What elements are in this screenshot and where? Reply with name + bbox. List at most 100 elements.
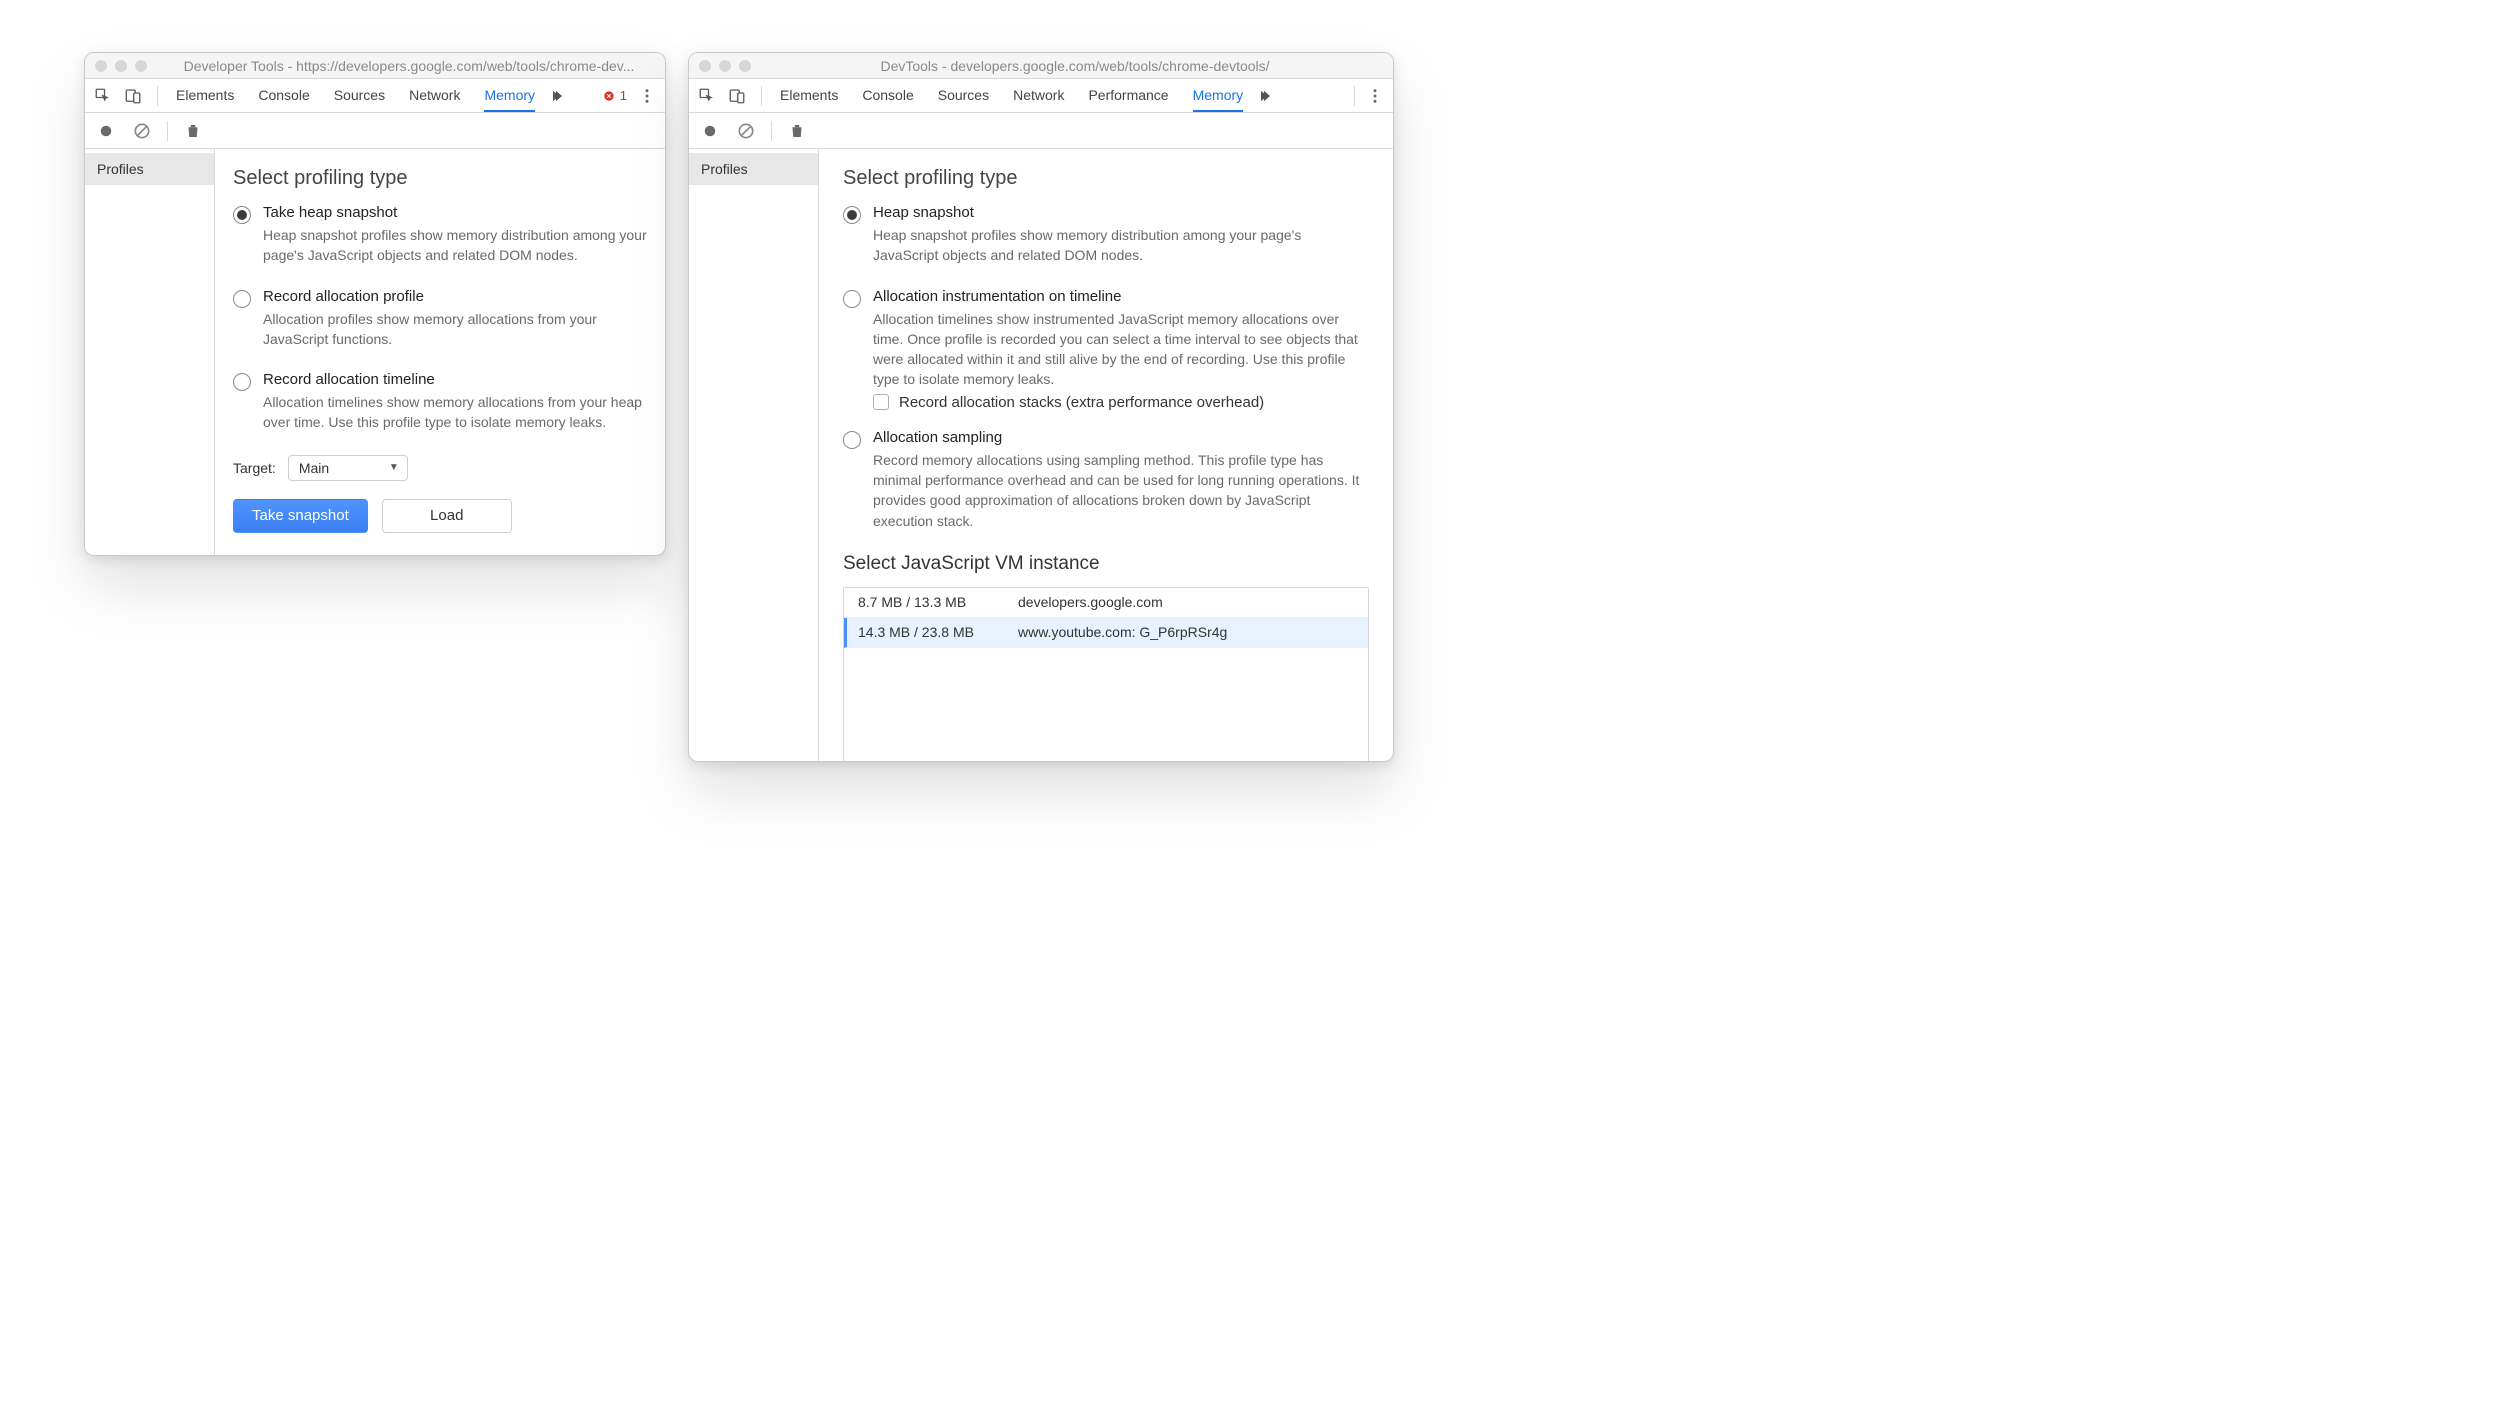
record-icon[interactable] — [699, 120, 721, 142]
target-row: Target: Main ▼ — [233, 455, 647, 481]
mac-titlebar: Developer Tools - https://developers.goo… — [85, 53, 665, 79]
checkbox-label: Record allocation stacks (extra performa… — [899, 394, 1264, 411]
take-snapshot-button[interactable]: Take snapshot — [233, 499, 368, 533]
tabbar-divider — [1354, 86, 1355, 106]
devtools-tabs: Elements Console Sources Network Perform… — [774, 79, 1243, 112]
inspect-element-icon[interactable] — [697, 86, 717, 106]
tab-sources[interactable]: Sources — [334, 79, 385, 112]
radio-icon[interactable] — [843, 290, 861, 308]
option-desc: Record memory allocations using sampling… — [873, 450, 1369, 531]
console-error-count: 1 — [620, 88, 627, 103]
memory-toolbar — [85, 113, 665, 149]
close-window-icon[interactable] — [699, 60, 711, 72]
devtools-tabbar: Elements Console Sources Network Perform… — [689, 79, 1393, 113]
target-value: Main — [299, 460, 329, 476]
radio-icon[interactable] — [233, 290, 251, 308]
tab-network[interactable]: Network — [1013, 79, 1064, 112]
record-icon[interactable] — [95, 120, 117, 142]
option-desc: Heap snapshot profiles show memory distr… — [873, 225, 1369, 266]
radio-icon[interactable] — [843, 431, 861, 449]
tab-console[interactable]: Console — [258, 79, 309, 112]
window-traffic-lights — [699, 60, 751, 72]
option-desc: Heap snapshot profiles show memory distr… — [263, 225, 647, 266]
zoom-window-icon[interactable] — [135, 60, 147, 72]
profiling-heading: Select profiling type — [843, 167, 1369, 190]
devtools-tabs: Elements Console Sources Network Memory — [170, 79, 535, 112]
trash-icon[interactable] — [786, 120, 808, 142]
chevron-down-icon: ▼ — [389, 462, 399, 473]
toolbar-divider — [771, 121, 772, 141]
clear-icon[interactable] — [735, 120, 757, 142]
checkbox-icon[interactable] — [873, 394, 889, 410]
sidebar-item-profiles[interactable]: Profiles — [689, 153, 818, 185]
option-allocation-timeline[interactable]: Record allocation timeline Allocation ti… — [233, 371, 647, 433]
device-toolbar-icon[interactable] — [123, 86, 143, 106]
window-title: Developer Tools - https://developers.goo… — [163, 58, 655, 74]
load-button[interactable]: Load — [382, 499, 512, 533]
devtools-window-b: DevTools - developers.google.com/web/too… — [688, 52, 1394, 762]
vm-size: 14.3 MB / 23.8 MB — [858, 624, 1018, 640]
option-allocation-sampling[interactable]: Allocation sampling Record memory alloca… — [843, 429, 1369, 531]
more-tabs-icon[interactable] — [549, 86, 569, 106]
tab-console[interactable]: Console — [862, 79, 913, 112]
tab-network[interactable]: Network — [409, 79, 460, 112]
mac-titlebar: DevTools - developers.google.com/web/too… — [689, 53, 1393, 79]
profiles-sidebar: Profiles — [85, 149, 215, 555]
option-title: Heap snapshot — [873, 204, 1369, 221]
vm-instance-list: 8.7 MB / 13.3 MB developers.google.com 1… — [843, 587, 1369, 761]
tab-elements[interactable]: Elements — [176, 79, 234, 112]
more-tabs-icon[interactable] — [1257, 86, 1277, 106]
toolbar-divider — [167, 121, 168, 141]
vm-instance-row[interactable]: 14.3 MB / 23.8 MB www.youtube.com: G_P6r… — [844, 618, 1368, 648]
radio-icon[interactable] — [233, 373, 251, 391]
radio-icon[interactable] — [233, 206, 251, 224]
option-allocation-profile[interactable]: Record allocation profile Allocation pro… — [233, 288, 647, 350]
profiles-sidebar: Profiles — [689, 149, 819, 761]
option-desc: Allocation timelines show memory allocat… — [263, 392, 647, 433]
record-allocation-stacks-row[interactable]: Record allocation stacks (extra performa… — [873, 394, 1369, 411]
option-desc: Allocation timelines show instrumented J… — [873, 309, 1369, 390]
tabbar-divider — [157, 86, 158, 106]
tab-sources[interactable]: Sources — [938, 79, 989, 112]
inspect-element-icon[interactable] — [93, 86, 113, 106]
minimize-window-icon[interactable] — [719, 60, 731, 72]
option-desc: Allocation profiles show memory allocati… — [263, 309, 647, 350]
settings-kebab-icon[interactable] — [1365, 86, 1385, 106]
option-heap-snapshot[interactable]: Take heap snapshot Heap snapshot profile… — [233, 204, 647, 266]
option-title: Record allocation timeline — [263, 371, 647, 388]
tab-performance[interactable]: Performance — [1088, 79, 1168, 112]
target-label: Target: — [233, 460, 276, 476]
sidebar-item-profiles[interactable]: Profiles — [85, 153, 214, 185]
tab-memory[interactable]: Memory — [484, 79, 535, 112]
window-title: DevTools - developers.google.com/web/too… — [767, 58, 1383, 74]
device-toolbar-icon[interactable] — [727, 86, 747, 106]
option-title: Allocation sampling — [873, 429, 1369, 446]
window-traffic-lights — [95, 60, 147, 72]
minimize-window-icon[interactable] — [115, 60, 127, 72]
vm-host: developers.google.com — [1018, 594, 1163, 610]
tabbar-divider — [761, 86, 762, 106]
option-title: Allocation instrumentation on timeline — [873, 288, 1369, 305]
close-window-icon[interactable] — [95, 60, 107, 72]
trash-icon[interactable] — [182, 120, 204, 142]
tab-memory[interactable]: Memory — [1193, 79, 1244, 112]
settings-kebab-icon[interactable] — [637, 86, 657, 106]
clear-icon[interactable] — [131, 120, 153, 142]
radio-icon[interactable] — [843, 206, 861, 224]
memory-profiling-content: Select profiling type Heap snapshot Heap… — [819, 149, 1393, 761]
option-title: Record allocation profile — [263, 288, 647, 305]
vm-size: 8.7 MB / 13.3 MB — [858, 594, 1018, 610]
memory-profiling-content: Select profiling type Take heap snapshot… — [215, 149, 665, 555]
vm-host: www.youtube.com: G_P6rpRSr4g — [1018, 624, 1227, 640]
devtools-tabbar: Elements Console Sources Network Memory … — [85, 79, 665, 113]
profiling-heading: Select profiling type — [233, 167, 647, 190]
target-select[interactable]: Main ▼ — [288, 455, 408, 481]
tab-elements[interactable]: Elements — [780, 79, 838, 112]
option-allocation-instrumentation[interactable]: Allocation instrumentation on timeline A… — [843, 288, 1369, 390]
memory-toolbar — [689, 113, 1393, 149]
console-error-badge[interactable]: 1 — [602, 88, 627, 103]
devtools-window-a: Developer Tools - https://developers.goo… — [84, 52, 666, 556]
option-heap-snapshot[interactable]: Heap snapshot Heap snapshot profiles sho… — [843, 204, 1369, 266]
vm-instance-row[interactable]: 8.7 MB / 13.3 MB developers.google.com — [844, 588, 1368, 618]
zoom-window-icon[interactable] — [739, 60, 751, 72]
